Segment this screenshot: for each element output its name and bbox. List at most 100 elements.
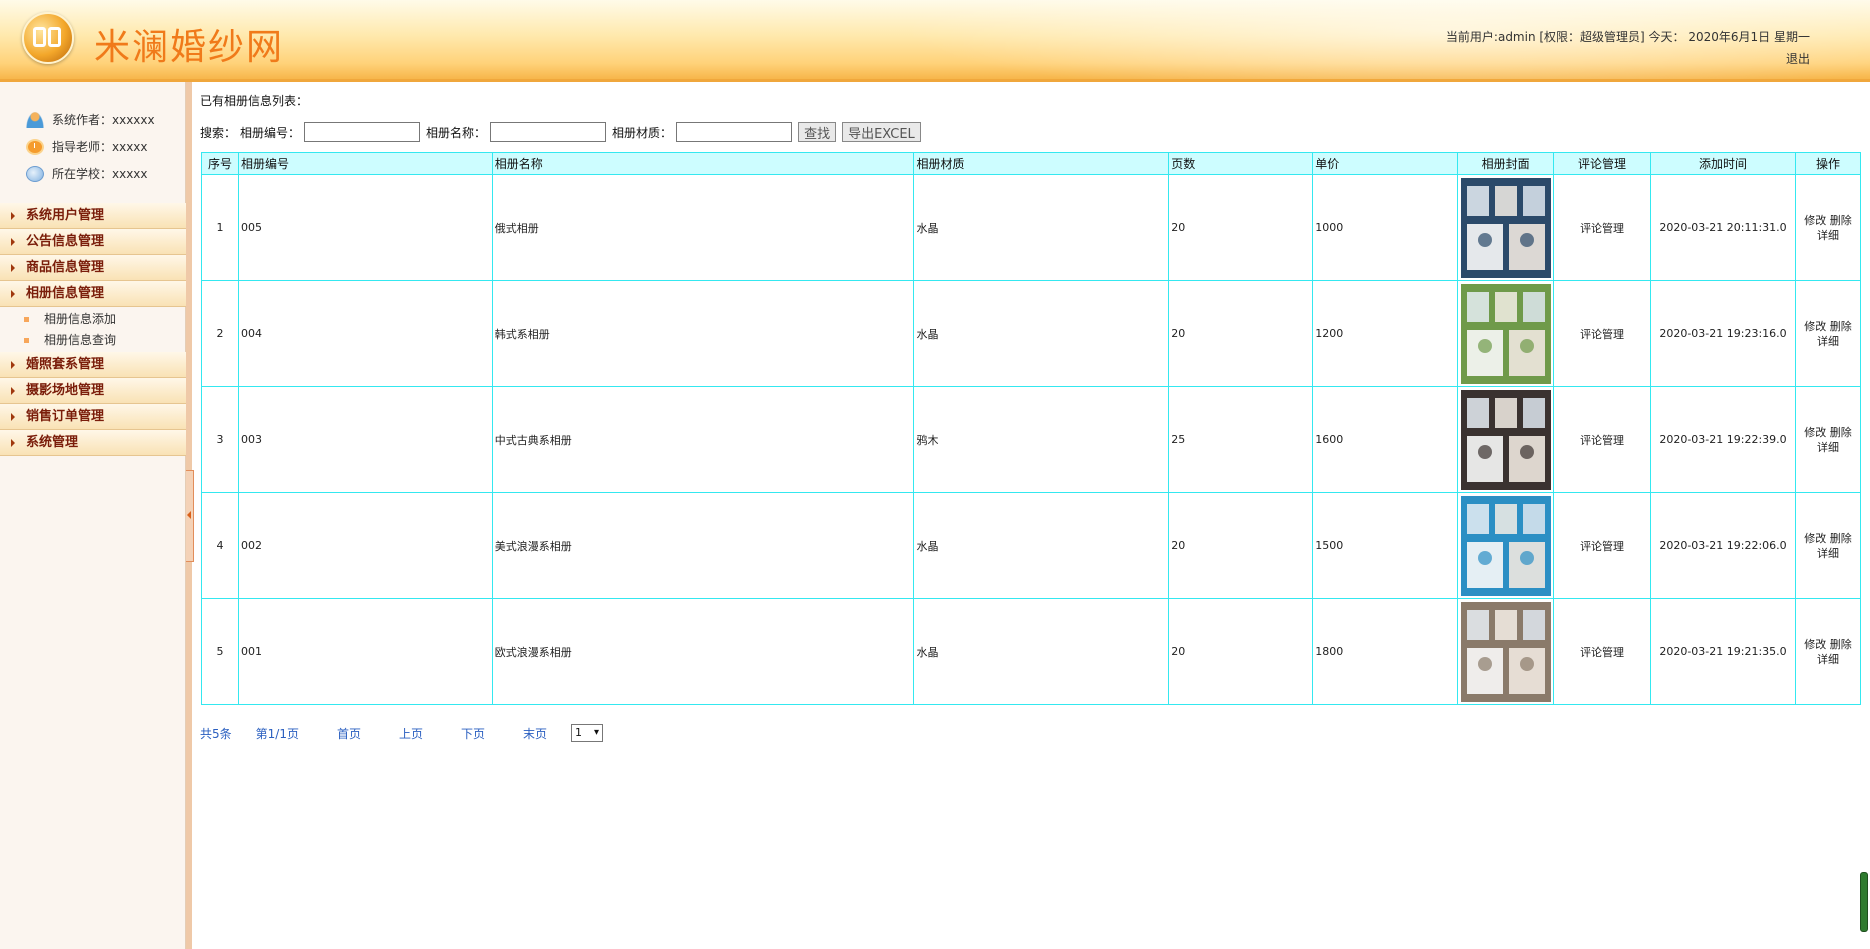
search-label: 搜索： [200,125,237,140]
delete-link[interactable]: 删除 [1830,320,1852,333]
th-material: 相册材质 [913,152,1170,175]
table-row: 1 005 俄式相册 水晶 20 1000 评论管理 2020-03-21 20:11:31.… [201,174,1862,281]
album-material-label: 相册材质： [612,125,673,140]
cell-code: 001 [237,598,493,705]
cell-time: 2020-03-21 20:11:31.0 [1650,174,1796,281]
pager-first-link[interactable]: 首页 [337,725,361,742]
cell-time: 2020-03-21 19:22:39.0 [1650,386,1796,493]
site-title: 米澜婚纱网 [94,27,285,68]
menu-orders[interactable]: 销售订单管理 [0,404,186,430]
menu-albums[interactable]: 相册信息管理 [0,281,186,307]
cell-price: 1600 [1312,386,1459,493]
album-cover-image[interactable] [1460,495,1551,596]
info-teacher: 指导老师：xxxxx [26,133,155,160]
pager-next-link[interactable]: 下页 [461,725,485,742]
detail-link[interactable]: 详细 [1817,547,1839,560]
album-material-input[interactable] [676,122,793,142]
cell-pages: 20 [1168,598,1314,705]
album-name-input[interactable] [490,122,607,142]
album-code-input[interactable] [304,122,421,142]
delete-link[interactable]: 删除 [1830,532,1852,545]
cell-time: 2020-03-21 19:23:16.0 [1650,280,1796,387]
caret-right-icon [11,264,15,272]
info-author-label: 系统作者：xxxxxx [52,113,155,127]
cell-material: 鸦木 [913,386,1170,493]
th-pages: 页数 [1168,152,1314,175]
delete-link[interactable]: 删除 [1830,214,1852,227]
menu-system-users[interactable]: 系统用户管理 [0,203,186,229]
info-teacher-label: 指导老师：xxxxx [52,140,148,154]
cell-comment-link[interactable]: 评论管理 [1553,386,1652,493]
album-cover-image[interactable] [1460,601,1551,702]
delete-link[interactable]: 删除 [1830,638,1852,651]
cell-material: 水晶 [913,492,1170,599]
menu-notices[interactable]: 公告信息管理 [0,229,186,255]
pager-last-link[interactable]: 末页 [523,725,547,742]
edit-link[interactable]: 修改 [1804,532,1826,545]
th-time: 添加时间 [1650,152,1796,175]
th-ops: 操作 [1794,152,1862,175]
cell-ops: 修改 删除详细 [1794,280,1862,387]
cell-comment-link[interactable]: 评论管理 [1553,598,1652,705]
search-button[interactable]: 查找 [798,122,837,142]
menu-label: 公告信息管理 [26,234,105,249]
cell-name: 欧式浪漫系相册 [491,598,915,705]
pager-prev-link[interactable]: 上页 [399,725,423,742]
detail-link[interactable]: 详细 [1817,229,1839,242]
th-index: 序号 [201,152,239,175]
edit-link[interactable]: 修改 [1804,320,1826,333]
current-user-text: 当前用户:admin [权限：超级管理员] 今天： 2020年6月1日 星期一 [1445,30,1810,44]
caret-right-icon [11,387,15,395]
th-cover: 相册封面 [1457,152,1555,175]
caret-right-icon [11,439,15,447]
cell-pages: 20 [1168,492,1314,599]
detail-link[interactable]: 详细 [1817,441,1839,454]
menu-label: 婚照套系管理 [26,357,105,372]
cell-code: 005 [237,174,493,281]
table-row: 4 002 美式浪漫系相册 水晶 20 1500 评论管理 2020-03-21 19:22:… [201,492,1862,599]
submenu-label: 相册信息添加 [44,312,117,326]
caret-right-icon [11,212,15,220]
cell-time: 2020-03-21 19:21:35.0 [1650,598,1796,705]
cell-ops: 修改 删除详细 [1794,386,1862,493]
menu-wedding-packages[interactable]: 婚照套系管理 [0,352,186,378]
cell-ops: 修改 删除详细 [1794,492,1862,599]
menu-venues[interactable]: 摄影场地管理 [0,378,186,404]
main-content: 已有相册信息列表： 搜索： 相册编号： 相册名称： 相册材质： 查找 导出EXC… [200,82,1870,949]
export-excel-button[interactable]: 导出EXCEL [842,122,921,142]
edit-link[interactable]: 修改 [1804,638,1826,651]
caret-right-icon [11,413,15,421]
album-cover-image[interactable] [1460,389,1551,490]
page-select[interactable]: 1 [571,724,604,742]
delete-link[interactable]: 删除 [1830,426,1852,439]
album-cover-image[interactable] [1460,283,1551,384]
cell-name: 韩式系相册 [491,280,915,387]
table-row: 3 003 中式古典系相册 鸦木 25 1600 评论管理 2020-03-21 19:22:… [201,386,1862,493]
detail-link[interactable]: 详细 [1817,653,1839,666]
album-name-label: 相册名称： [426,125,487,140]
user-info: 当前用户:admin [权限：超级管理员] 今天： 2020年6月1日 星期一 … [1446,26,1810,70]
globe-icon [26,165,44,182]
scrollbar-thumb[interactable] [1860,872,1868,932]
menu-system[interactable]: 系统管理 [0,430,186,456]
sidebar-toggle-handle[interactable] [186,470,194,562]
album-code-label: 相册编号： [240,125,301,140]
logo-icon [22,12,74,64]
cell-name: 美式浪漫系相册 [491,492,915,599]
cell-material: 水晶 [913,174,1170,281]
submenu-label: 相册信息查询 [44,333,117,347]
edit-link[interactable]: 修改 [1804,426,1826,439]
album-cover-image[interactable] [1460,177,1551,278]
cell-comment-link[interactable]: 评论管理 [1553,174,1652,281]
submenu-album-query[interactable]: 相册信息查询 [0,330,186,351]
submenu-album-add[interactable]: 相册信息添加 [0,309,186,330]
cell-comment-link[interactable]: 评论管理 [1553,280,1652,387]
menu-products[interactable]: 商品信息管理 [0,255,186,281]
caret-right-icon [11,238,15,246]
logout-link[interactable]: 退出 [1446,48,1810,70]
edit-link[interactable]: 修改 [1804,214,1826,227]
info-school: 所在学校：xxxxx [26,160,155,187]
cell-material: 水晶 [913,280,1170,387]
cell-comment-link[interactable]: 评论管理 [1553,492,1652,599]
detail-link[interactable]: 详细 [1817,335,1839,348]
